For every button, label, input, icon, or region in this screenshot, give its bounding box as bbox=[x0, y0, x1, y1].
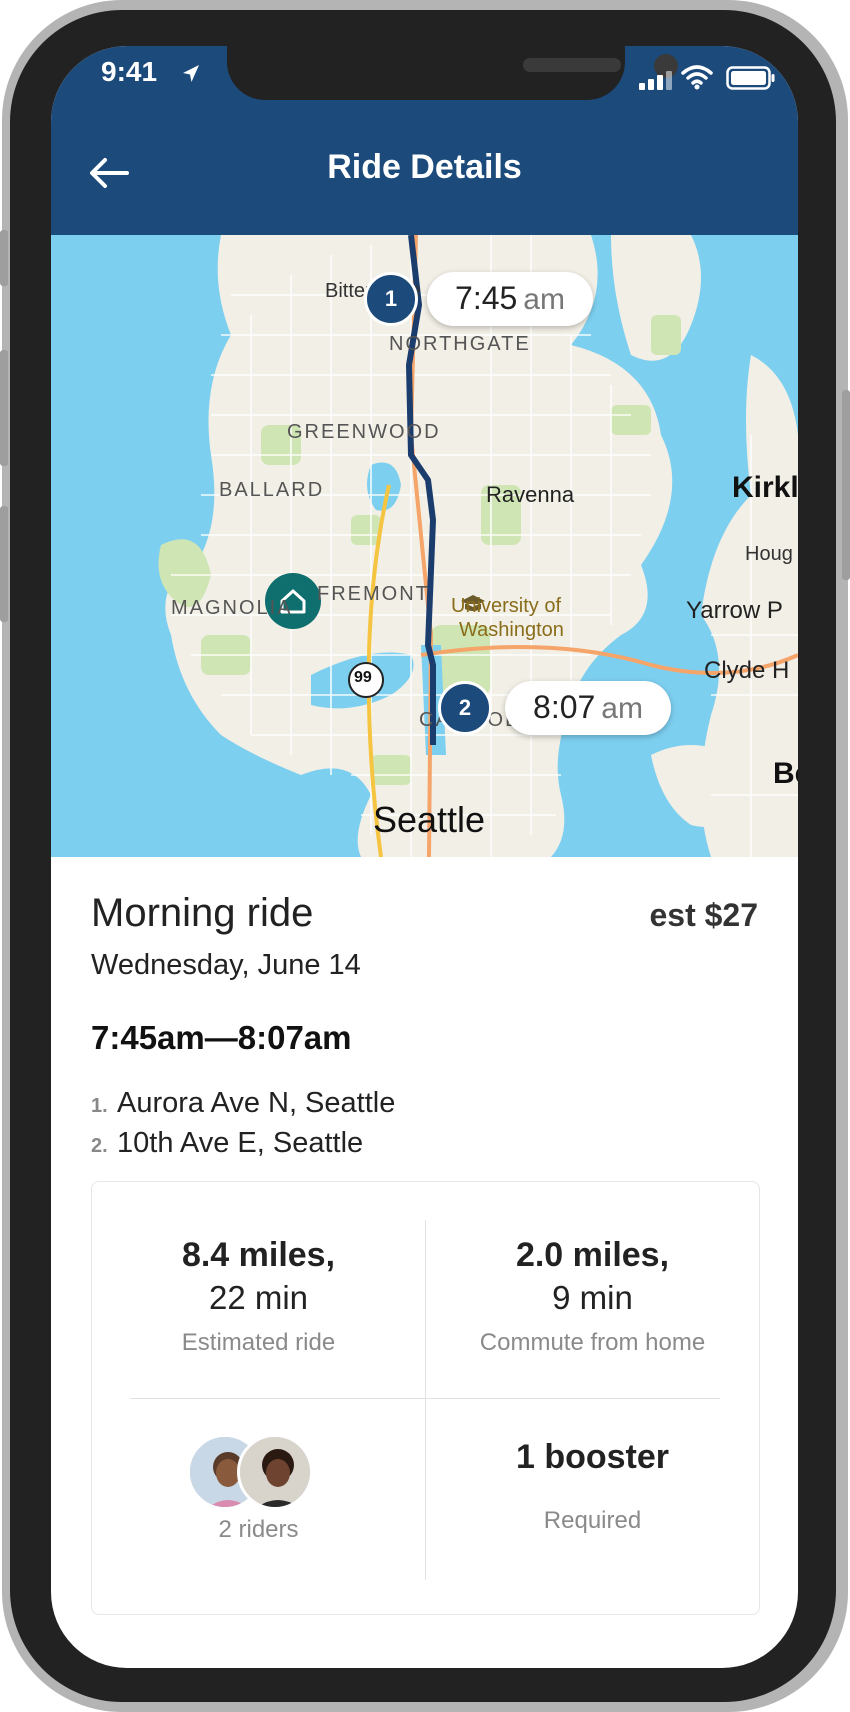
stat-booster-count: 1 booster bbox=[515, 1438, 670, 1476]
map-label-yarrow: Yarrow P bbox=[686, 597, 783, 624]
stat-commute-from-home: 2.0 miles, 9 min Commute from home bbox=[426, 1236, 759, 1357]
map-label-seattle: Seattle bbox=[373, 799, 486, 840]
map-label-university: University of bbox=[451, 595, 562, 617]
ride-time-range: 7:45am—8:07am bbox=[91, 1019, 352, 1056]
notch bbox=[227, 46, 678, 100]
stop-list-item: 1. Aurora Ave N, Seattle bbox=[91, 1087, 395, 1120]
stop-number: 1. bbox=[91, 1095, 108, 1117]
map-label-fremont: FREMONT bbox=[317, 583, 430, 605]
map-label-magnolia: MAGNOLIA bbox=[171, 597, 293, 619]
speaker-grille bbox=[523, 58, 621, 72]
ride-details: Morning ride est $27 Wednesday, June 14 … bbox=[51, 857, 798, 1668]
stop-1-pin[interactable]: 1 bbox=[364, 272, 418, 326]
cellular-signal-icon bbox=[639, 71, 672, 90]
stat-distance: 8.4 miles, bbox=[181, 1236, 336, 1274]
stop-2-ampm: am bbox=[601, 692, 643, 725]
stat-distance: 2.0 miles, bbox=[515, 1236, 670, 1274]
stat-estimated-ride: 8.4 miles, 22 min Estimated ride bbox=[92, 1236, 425, 1357]
stop-2-time-callout[interactable]: 8:07 am bbox=[505, 681, 671, 735]
stat-duration: 9 min bbox=[552, 1279, 633, 1316]
highway-99-label: 99 bbox=[354, 669, 372, 686]
stop-number: 2. bbox=[91, 1135, 108, 1157]
map-label-ballard: BALLARD bbox=[219, 479, 325, 501]
stop-2-time: 8:07 bbox=[533, 689, 596, 725]
stop-list-item: 2. 10th Ave E, Seattle bbox=[91, 1127, 363, 1160]
stat-label: 2 riders bbox=[218, 1516, 299, 1543]
stat-label: Commute from home bbox=[479, 1329, 706, 1356]
stop-1-time: 7:45 bbox=[455, 280, 518, 316]
wifi-icon bbox=[681, 65, 713, 90]
stat-booster: 1 booster Required bbox=[426, 1438, 759, 1535]
map-label-northgate: NORTHGATE bbox=[389, 333, 531, 355]
stat-riders: 2 riders bbox=[92, 1516, 425, 1544]
ride-stats-card: 8.4 miles, 22 min Estimated ride 2.0 mil… bbox=[91, 1181, 760, 1615]
stop-address: 10th Ave E, Seattle bbox=[117, 1127, 364, 1159]
map-label-greenwood: GREENWOOD bbox=[287, 421, 441, 443]
map-background bbox=[158, 235, 798, 857]
silent-switch bbox=[0, 230, 8, 286]
stop-2-pin[interactable]: 2 bbox=[438, 681, 492, 735]
location-arrow-icon bbox=[183, 65, 199, 82]
volume-up-button bbox=[0, 350, 8, 466]
volume-down-button bbox=[0, 506, 8, 622]
stat-label: Required bbox=[543, 1507, 642, 1534]
route-map[interactable]: Bitter Lake NORTHGATE GREENWOOD BALLARD … bbox=[51, 235, 798, 857]
page-title: Ride Details bbox=[327, 148, 522, 186]
power-button bbox=[842, 390, 850, 580]
map-label-ravenna: Ravenna bbox=[486, 482, 575, 507]
status-time: 9:41 bbox=[101, 56, 158, 87]
map-label-be: Be bbox=[773, 757, 798, 790]
map-label-hough: Houg bbox=[745, 543, 793, 565]
map-label-washington: Washington bbox=[459, 619, 564, 641]
map-label-clyde: Clyde H bbox=[704, 657, 790, 684]
rider-photo bbox=[240, 1437, 310, 1507]
stat-label: Estimated ride bbox=[181, 1329, 336, 1356]
phone-screen: 9:41 Ride Details Bitter NORTHGATE GREEN… bbox=[51, 46, 798, 1668]
stop-1-ampm: am bbox=[523, 283, 565, 316]
stop-address: Aurora Ave N, Seattle bbox=[117, 1087, 396, 1119]
ride-date: Wednesday, June 14 bbox=[91, 949, 361, 981]
stat-duration: 22 min bbox=[208, 1279, 309, 1316]
estimated-price: est $27 bbox=[649, 897, 758, 933]
header-bar: 9:41 Ride Details bbox=[51, 46, 798, 235]
horizontal-divider bbox=[130, 1398, 720, 1399]
map-label-kirkland: Kirkl bbox=[732, 471, 798, 504]
rider-avatar[interactable] bbox=[237, 1434, 313, 1510]
ride-title: Morning ride bbox=[91, 891, 314, 935]
battery-icon bbox=[726, 66, 775, 90]
stop-1-time-callout[interactable]: 7:45 am bbox=[427, 272, 593, 326]
